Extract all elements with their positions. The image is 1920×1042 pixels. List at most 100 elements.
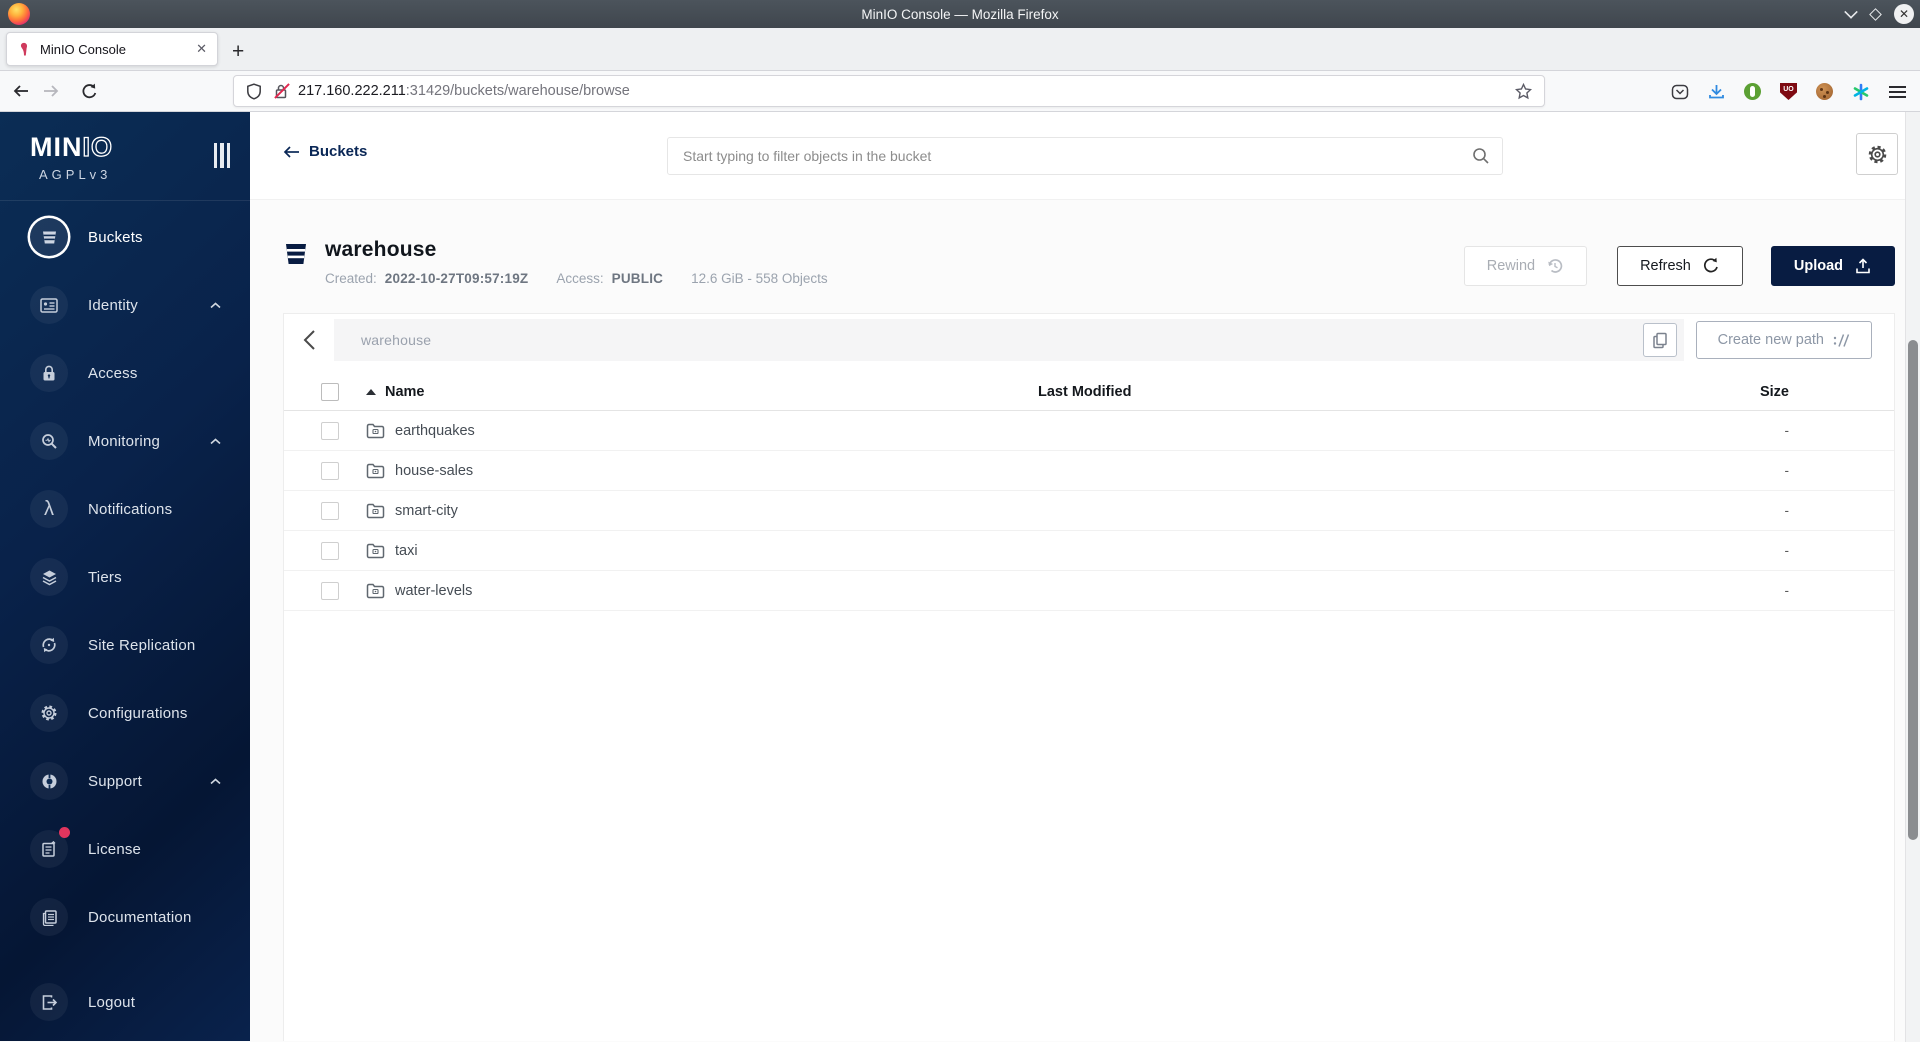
gear-icon xyxy=(41,705,57,721)
created-label: Created: xyxy=(325,271,377,286)
scrollbar-thumb[interactable] xyxy=(1908,340,1918,840)
window-close-button[interactable]: ✕ xyxy=(1894,4,1914,24)
upload-button[interactable]: Upload xyxy=(1770,246,1895,286)
page-scrollbar[interactable] xyxy=(1905,112,1920,1042)
tab-close-icon[interactable]: ✕ xyxy=(194,41,209,57)
sidebar-item-monitoring[interactable]: Monitoring xyxy=(0,407,250,475)
access-label: Access: xyxy=(556,271,604,286)
column-header-size: Size xyxy=(1759,383,1789,400)
sidebar-item-configurations[interactable]: Configurations xyxy=(0,679,250,747)
copy-icon xyxy=(1652,332,1667,348)
folder-icon xyxy=(366,463,385,478)
created-value: 2022-10-27T09:57:19Z xyxy=(384,271,529,286)
back-to-buckets-link[interactable]: Buckets xyxy=(283,143,367,160)
extension-asterisk-icon[interactable] xyxy=(1852,83,1870,101)
path-back-button[interactable] xyxy=(284,319,334,361)
tab-title: MinIO Console xyxy=(40,41,126,57)
privacy-badger-icon[interactable] xyxy=(1744,83,1761,100)
lambda-icon: λ xyxy=(44,498,54,520)
bucket-header: warehouse Created: 2022-10-27T09:57:19Z … xyxy=(283,238,1895,286)
sidebar: MINIO AGPLv3 Buckets Identity Access Mon… xyxy=(0,112,250,1041)
sidebar-item-notifications[interactable]: λ Notifications xyxy=(0,475,250,543)
column-header-last-modified: Last Modified xyxy=(1038,383,1132,400)
insecure-lock-icon[interactable] xyxy=(274,82,290,100)
downloads-icon[interactable] xyxy=(1708,83,1725,101)
current-path-strip: warehouse xyxy=(334,319,1684,361)
new-tab-button[interactable]: + xyxy=(232,41,244,62)
sidebar-item-site-replication[interactable]: Site Replication xyxy=(0,611,250,679)
sidebar-item-identity[interactable]: Identity xyxy=(0,271,250,339)
row-checkbox[interactable] xyxy=(321,501,339,520)
reload-icon[interactable] xyxy=(74,83,104,100)
chevron-up-icon xyxy=(210,438,221,445)
window-title: MinIO Console — Mozilla Firefox xyxy=(861,6,1059,22)
object-size: - xyxy=(1784,503,1790,518)
folder-icon xyxy=(366,423,385,438)
sidebar-item-license[interactable]: License xyxy=(0,815,250,883)
create-new-path-button[interactable]: Create new path xyxy=(1695,321,1872,359)
row-checkbox[interactable] xyxy=(321,461,339,480)
minio-favicon-icon xyxy=(20,42,28,56)
row-checkbox[interactable] xyxy=(321,541,339,560)
select-all-checkbox[interactable] xyxy=(321,382,339,401)
table-row[interactable]: water-levels - xyxy=(284,571,1894,611)
object-filter-search xyxy=(667,137,1503,175)
cookie-extension-icon[interactable] xyxy=(1816,83,1833,100)
bookmark-star-icon[interactable] xyxy=(1515,82,1532,100)
ublock-origin-icon[interactable]: UO xyxy=(1780,83,1797,100)
sidebar-item-support[interactable]: Support xyxy=(0,747,250,815)
table-row[interactable]: taxi - xyxy=(284,531,1894,571)
table-row[interactable]: house-sales - xyxy=(284,451,1894,491)
sidebar-item-documentation[interactable]: Documentation xyxy=(0,883,250,951)
search-icon xyxy=(1473,148,1489,164)
url-bar[interactable]: 217.160.222.211:31429/buckets/warehouse/… xyxy=(233,75,1545,107)
table-row[interactable]: smart-city - xyxy=(284,491,1894,531)
sidebar-item-tiers[interactable]: Tiers xyxy=(0,543,250,611)
sidebar-item-buckets[interactable]: Buckets xyxy=(0,203,250,271)
object-name[interactable]: smart-city xyxy=(395,503,458,519)
sort-ascending-icon xyxy=(366,388,376,395)
column-header-name[interactable]: Name xyxy=(366,384,1038,400)
shield-icon[interactable] xyxy=(246,82,262,100)
table-row[interactable]: earthquakes - xyxy=(284,411,1894,451)
object-name[interactable]: house-sales xyxy=(395,463,473,479)
bucket-icon xyxy=(286,244,306,264)
url-path: :31429/buckets/warehouse/browse xyxy=(405,83,630,99)
bucket-title: warehouse xyxy=(325,238,437,261)
row-checkbox[interactable] xyxy=(321,421,339,440)
layers-icon xyxy=(42,570,56,585)
back-icon[interactable] xyxy=(6,83,36,99)
replication-icon xyxy=(42,637,56,653)
browser-tab[interactable]: MinIO Console ✕ xyxy=(6,32,218,66)
window-minimize-button[interactable] xyxy=(1844,5,1858,19)
forward-icon[interactable] xyxy=(36,83,66,99)
sidebar-item-logout[interactable]: Logout xyxy=(0,968,250,1036)
new-path-icon xyxy=(1833,333,1850,347)
refresh-button[interactable]: Refresh xyxy=(1617,246,1743,286)
bucket-summary: 12.6 GiB - 558 Objects xyxy=(691,271,828,286)
object-name[interactable]: earthquakes xyxy=(395,423,475,439)
rewind-button[interactable]: Rewind xyxy=(1463,246,1588,286)
access-value: PUBLIC xyxy=(611,271,664,286)
url-host: 217.160.222.211 xyxy=(298,83,406,99)
sidebar-collapse-icon[interactable] xyxy=(213,143,230,168)
sidebar-menu: Buckets Identity Access Monitoring λ Not… xyxy=(0,200,250,1036)
settings-gear-button[interactable] xyxy=(1856,133,1898,175)
documentation-icon xyxy=(42,909,57,926)
refresh-icon xyxy=(1703,257,1718,273)
search-input[interactable] xyxy=(667,137,1503,175)
object-name[interactable]: water-levels xyxy=(395,583,472,599)
window-maximize-button[interactable] xyxy=(1869,7,1882,21)
copy-path-button[interactable] xyxy=(1642,323,1677,357)
screen: MinIO Console — Mozilla Firefox ✕ MinIO … xyxy=(0,0,1920,1042)
lock-icon xyxy=(43,365,55,380)
row-checkbox[interactable] xyxy=(321,581,339,600)
object-name[interactable]: taxi xyxy=(395,543,418,559)
menu-hamburger-icon[interactable] xyxy=(1889,85,1906,98)
sidebar-item-access[interactable]: Access xyxy=(0,339,250,407)
bucket-actions: Rewind Refresh Upload xyxy=(1463,246,1895,286)
upload-icon xyxy=(1856,258,1870,274)
monitoring-search-icon xyxy=(41,433,57,449)
pocket-icon[interactable] xyxy=(1671,83,1689,101)
chevron-left-icon xyxy=(303,330,315,350)
